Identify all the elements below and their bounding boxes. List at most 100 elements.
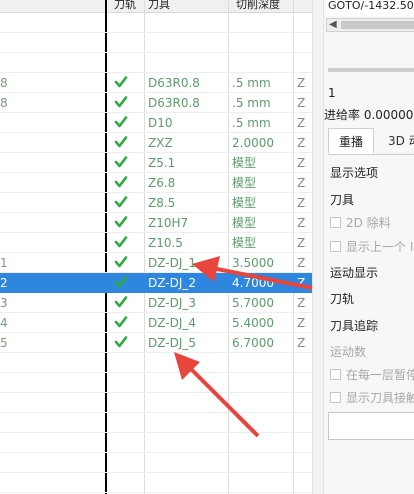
checkbox-2d-removal-label: 2D 除料	[346, 216, 391, 230]
table-row[interactable]: Z8.5 模型 Z	[0, 193, 312, 213]
row-depth: 6.7000	[232, 336, 274, 350]
row-tool: DZ-DJ_4	[148, 316, 196, 330]
row-tool: Z10.5	[148, 236, 183, 250]
row-tool: Z8.5	[148, 196, 176, 210]
row-index: 2	[0, 276, 8, 290]
table-row[interactable]: 3 DZ-DJ_3 5.7000 Z	[0, 293, 312, 313]
table-row[interactable]	[0, 53, 312, 73]
check-icon	[114, 155, 128, 172]
table-row[interactable]	[0, 393, 312, 413]
row-index: 4	[0, 316, 8, 330]
table-row[interactable]: 2 DZ-DJ_2 4.7000 Z	[0, 273, 312, 293]
tab-replay[interactable]: 重播	[328, 128, 375, 154]
row-tool: Z5.1	[148, 156, 176, 170]
row-depth: 模型	[232, 236, 257, 250]
row-tool: Z10H7	[148, 216, 189, 230]
operation-list: 刀轨 刀具 切削深度 8 D63R0.8.5 mm Z 8 D63R0.8.5 mm Z D…	[0, 0, 312, 494]
check-icon	[114, 295, 128, 312]
tool-display-label[interactable]: 刀具	[330, 191, 354, 208]
horizontal-scrollbar[interactable]: ◀	[326, 18, 414, 32]
goto-output: GOTO/-1432.50	[326, 0, 414, 16]
row-extra: Z	[297, 216, 306, 230]
row-depth: 5.4000	[232, 316, 274, 330]
row-tool: D10	[148, 116, 173, 130]
table-row[interactable]	[0, 353, 312, 373]
table-row[interactable]: Z10.5 模型 Z	[0, 233, 312, 253]
column-header-tool[interactable]: 刀具	[148, 0, 170, 10]
row-depth: 模型	[232, 196, 257, 210]
row-extra: Z	[297, 176, 306, 190]
column-header-toolpath[interactable]: 刀轨	[114, 0, 136, 10]
table-row[interactable]: 8 D63R0.8 .5 mm Z	[0, 73, 312, 93]
column-header-depth[interactable]: 切削深度	[236, 0, 280, 10]
tab-3d-dynamic[interactable]: 3D 动	[378, 128, 414, 154]
table-row[interactable]	[0, 13, 312, 33]
check-icon	[114, 315, 128, 332]
table-row[interactable]	[0, 413, 312, 433]
table-row[interactable]: Z10H7 模型 Z	[0, 213, 312, 233]
table-row[interactable]	[0, 433, 312, 453]
speed-slider-track[interactable]	[328, 68, 414, 72]
table-row[interactable]: D10 .5 mm Z	[0, 113, 312, 133]
row-extra: Z	[297, 316, 306, 330]
tool-trace-label[interactable]: 刀具追踪	[330, 317, 378, 334]
row-extra: Z	[297, 76, 306, 90]
row-depth: .5 mm	[232, 96, 271, 110]
row-depth: 5.7000	[232, 296, 274, 310]
table-row[interactable]: Z6.8 模型 Z	[0, 173, 312, 193]
check-icon	[114, 335, 128, 352]
scroll-thumb[interactable]	[341, 21, 414, 29]
tab-strip: 重播 3D 动	[328, 128, 414, 155]
check-icon	[114, 195, 128, 212]
row-extra: Z	[297, 116, 306, 130]
row-depth: 模型	[232, 156, 257, 170]
table-row[interactable]: 4 DZ-DJ_4 5.4000 Z	[0, 313, 312, 333]
table-row[interactable]: ZXZ 2.0000 Z	[0, 133, 312, 153]
row-tool: D63R0.8	[148, 96, 200, 110]
table-row[interactable]	[0, 33, 312, 53]
row-tool: DZ-DJ_5	[148, 336, 196, 350]
row-extra: Z	[297, 136, 306, 150]
panel-splitter[interactable]	[312, 0, 324, 494]
check-icon	[114, 215, 128, 232]
table-row[interactable]	[0, 373, 312, 393]
table-row[interactable]: 8 D63R0.8 .5 mm Z	[0, 93, 312, 113]
row-depth: 模型	[232, 176, 257, 190]
check-icon	[114, 135, 128, 152]
table-row[interactable]: 5 DZ-DJ_5 6.7000 Z	[0, 333, 312, 353]
row-extra: Z	[297, 236, 306, 250]
row-depth: 4.7000	[232, 276, 274, 290]
row-depth: 2.0000	[232, 136, 274, 150]
toolpath-display-label[interactable]: 刀轨	[330, 290, 354, 307]
row-extra: Z	[297, 156, 306, 170]
row-index: 1	[0, 256, 8, 270]
scroll-left-icon[interactable]: ◀	[329, 19, 337, 31]
checkbox-pause-each-layer[interactable]	[330, 369, 341, 380]
table-row[interactable]: Z5.1 模型 Z	[0, 153, 312, 173]
check-icon	[114, 235, 128, 252]
motion-count-label: 运动数	[330, 345, 367, 359]
row-index: 8	[0, 76, 8, 90]
display-options-heading: 显示选项	[330, 166, 379, 180]
row-depth: 模型	[232, 216, 257, 230]
row-tool: D63R0.8	[148, 76, 200, 90]
row-extra: Z	[297, 276, 306, 290]
table-row[interactable]	[0, 473, 312, 493]
replay-panel: GOTO/-1432.50 ◀ 1 进给率 0.000000 重播 3D 动 显…	[324, 0, 414, 494]
row-extra: Z	[297, 96, 306, 110]
checkbox-show-previous[interactable]	[330, 241, 341, 252]
message-box[interactable]	[328, 412, 414, 440]
row-index: 8	[0, 96, 8, 110]
line-number: 1	[328, 86, 336, 100]
check-icon	[114, 115, 128, 132]
table-row[interactable]	[0, 453, 312, 473]
checkbox-show-tool-contact-label: 显示刀具接触	[346, 391, 414, 405]
checkbox-show-tool-contact[interactable]	[330, 392, 341, 403]
table-row[interactable]: 1 DZ-DJ_1 3.5000 Z	[0, 253, 312, 273]
checkbox-2d-removal[interactable]	[330, 217, 341, 228]
row-depth: .5 mm	[232, 116, 271, 130]
feed-rate: 进给率 0.000000	[324, 108, 414, 122]
row-tool: DZ-DJ_3	[148, 296, 196, 310]
list-header: 刀轨 刀具 切削深度	[0, 0, 312, 13]
row-tool: DZ-DJ_1	[148, 256, 196, 270]
